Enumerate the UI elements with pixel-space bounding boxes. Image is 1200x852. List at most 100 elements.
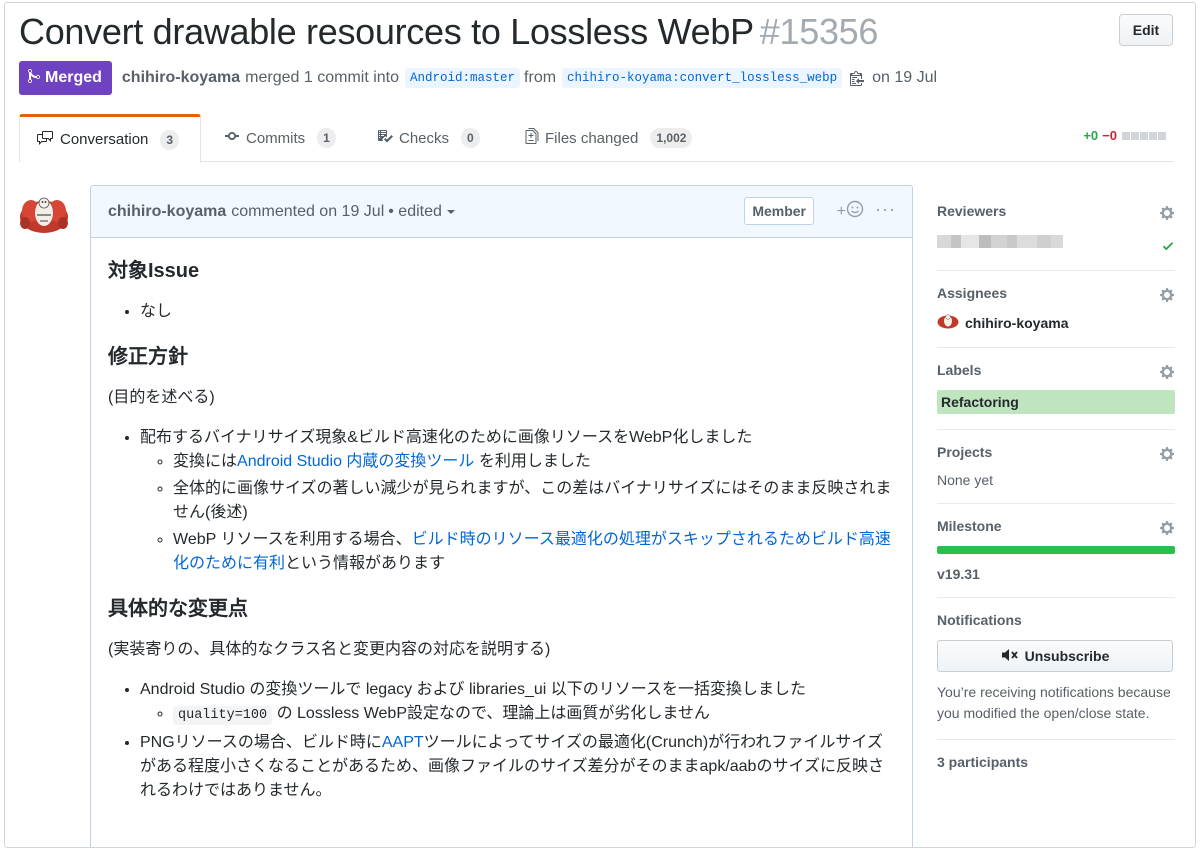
pr-meta: Merged chihiro-koyama merged 1 commit in… (19, 61, 937, 95)
list-item: WebP リソースを利用する場合、ビルド時のリソース最適化の処理がスキップされる… (173, 528, 894, 576)
tab-conversation-count: 3 (160, 129, 180, 150)
base-branch[interactable]: Android:master (405, 68, 521, 88)
diffstat-blocks (1121, 131, 1166, 140)
kebab-icon[interactable]: ··· (875, 199, 896, 220)
pr-author-link[interactable]: chihiro-koyama (122, 69, 240, 87)
reviewers-section: Reviewers (937, 189, 1175, 271)
merged-status-badge: Merged (19, 61, 112, 95)
policy-item-text: 配布するバイナリサイズ現象&ビルド高速化のために画像リソースをWebP化しました (140, 429, 753, 446)
tab-checks-count: 0 (461, 128, 480, 148)
gear-icon[interactable] (1159, 446, 1175, 467)
tab-files-label: Files changed (545, 129, 639, 147)
gear-icon[interactable] (1159, 520, 1175, 541)
unsubscribe-label: Unsubscribe (1024, 648, 1110, 664)
tab-files-changed[interactable]: Files changed 1,002 (509, 114, 708, 162)
avatar[interactable] (19, 189, 69, 239)
head-branch[interactable]: chihiro-koyama:convert_lossless_webp (562, 68, 843, 88)
comment-author[interactable]: chihiro-koyama (108, 203, 226, 221)
tab-checks-label: Checks (399, 129, 450, 147)
page-title: Convert drawable resources to Lossless W… (19, 11, 878, 53)
from-text: from (524, 69, 557, 86)
changes-intro: (実装寄りの、具体的なクラス名と変更内容の対応を説明する) (108, 641, 551, 658)
gear-icon[interactable] (1159, 364, 1175, 385)
list-item: 変換にはAndroid Studio 内蔵の変換ツール を利用しました (173, 450, 894, 474)
comment-body: 対象Issue なし 修正方針 (目的を述べる) 配布するバイナリサイズ現象&ビ… (91, 238, 912, 803)
comment-time[interactable]: commented on 19 Jul (231, 203, 384, 221)
notifications-section: Notifications Unsubscribe You’re receivi… (937, 598, 1175, 740)
edit-button[interactable]: Edit (1119, 14, 1173, 46)
changes-sublist: quality=100 の Lossless WebP設定なので、理論上は画質が… (140, 702, 894, 728)
pull-request-page: Convert drawable resources to Lossless W… (4, 2, 1196, 848)
gear-icon[interactable] (1159, 205, 1175, 226)
tab-checks[interactable]: Checks 0 (361, 114, 496, 162)
issue-list: なし (108, 300, 894, 324)
caret-down-icon (446, 203, 456, 220)
check-icon (1161, 239, 1175, 258)
change1-text: Android Studio の変換ツールで legacy および librar… (140, 681, 807, 698)
merged-label: Merged (45, 69, 102, 86)
notifications-title: Notifications (937, 612, 1022, 628)
tab-commits-label: Commits (246, 129, 306, 147)
policy-intro: (目的を述べる) (108, 389, 215, 406)
assignee-name: chihiro-koyama (965, 314, 1069, 331)
tab-conversation-label: Conversation (60, 131, 149, 148)
aapt-link[interactable]: AAPT (382, 734, 424, 751)
merge-icon (28, 68, 40, 89)
pr-tabs: Conversation 3 Commits 1 Checks 0 Files … (19, 114, 1174, 163)
unsubscribe-button[interactable]: Unsubscribe (937, 640, 1173, 672)
quality-code: quality=100 (173, 706, 273, 725)
list-item: 全体的に画像サイズの著しい減少が見られますが、この差はバイナリサイズにはそのまま… (173, 477, 894, 525)
comment-header: chihiro-koyama commented on 19 Jul • edi… (91, 186, 912, 238)
sub3-post: という情報があります (285, 555, 446, 572)
reviewers-title[interactable]: Reviewers (937, 203, 1175, 219)
assignee-item[interactable]: chihiro-koyama (937, 313, 1175, 332)
mute-icon (1001, 648, 1019, 665)
milestone-section: Milestone v19.31 (937, 504, 1175, 598)
notification-reason: You’re receiving notifications because y… (937, 684, 1171, 721)
comment-discussion-icon (36, 130, 54, 150)
member-badge: Member (744, 197, 814, 225)
checklist-icon (377, 128, 393, 148)
milestone-progress-bar (937, 546, 1175, 554)
tab-files-count: 1,002 (650, 128, 693, 148)
tab-conversation[interactable]: Conversation 3 (19, 114, 201, 163)
list-item: なし (140, 300, 894, 324)
heading-changes: 具体的な変更点 (108, 598, 248, 620)
gear-icon[interactable] (1159, 287, 1175, 308)
labels-section: Labels Refactoring (937, 348, 1175, 430)
milestone-name[interactable]: v19.31 (937, 566, 1175, 582)
changes-list: Android Studio の変換ツールで legacy および librar… (108, 678, 894, 803)
policy-list: 配布するバイナリサイズ現象&ビルド高速化のために画像リソースをWebP化しました… (108, 426, 894, 576)
copy-icon[interactable] (850, 70, 865, 86)
change1-sub-text: の Lossless WebP設定なので、理論上は画質が劣化しません (272, 705, 710, 722)
sub3-pre: WebP リソースを利用する場合、 (173, 531, 412, 548)
comment-box: chihiro-koyama commented on 19 Jul • edi… (90, 185, 913, 847)
diffstat: +0 −0 (1083, 128, 1166, 143)
milestone-title[interactable]: Milestone (937, 518, 1175, 534)
list-item: quality=100 の Lossless WebP設定なので、理論上は画質が… (173, 702, 894, 728)
change2-pre: PNGリソースの場合、ビルド時に (140, 734, 382, 751)
label-refactoring[interactable]: Refactoring (937, 390, 1175, 414)
edited-label: • edited (388, 202, 442, 220)
heading-policy: 修正方針 (108, 346, 188, 368)
projects-section: Projects None yet (937, 430, 1175, 504)
labels-title[interactable]: Labels (937, 362, 1175, 378)
android-studio-converter-link[interactable]: Android Studio 内蔵の変換ツール (237, 453, 474, 470)
sub1-post: を利用しました (474, 453, 591, 470)
sub1-pre: 変換には (173, 453, 238, 470)
list-item: PNGリソースの場合、ビルド時にAAPTツールによってサイズの最適化(Crunc… (140, 731, 894, 803)
sidebar: Reviewers Assignees chihiro-koyama Label… (937, 189, 1175, 797)
participants-section: 3 participants (937, 740, 1175, 797)
smiley-icon (846, 200, 864, 223)
commit-icon (224, 128, 240, 148)
merge-date: on 19 Jul (872, 69, 938, 86)
list-item: 配布するバイナリサイズ現象&ビルド高速化のために画像リソースをWebP化しました… (140, 426, 894, 576)
reviewer-avatar-pixelated[interactable] (937, 231, 1175, 251)
edited-dropdown[interactable]: • edited (388, 203, 456, 221)
tab-commits[interactable]: Commits 1 (208, 114, 352, 162)
projects-title[interactable]: Projects (937, 444, 1175, 460)
assignees-title[interactable]: Assignees (937, 285, 1175, 301)
pr-number: #15356 (759, 11, 879, 52)
policy-sublist: 変換にはAndroid Studio 内蔵の変換ツール を利用しました 全体的に… (140, 450, 894, 576)
add-reaction-button[interactable]: + (837, 200, 864, 223)
